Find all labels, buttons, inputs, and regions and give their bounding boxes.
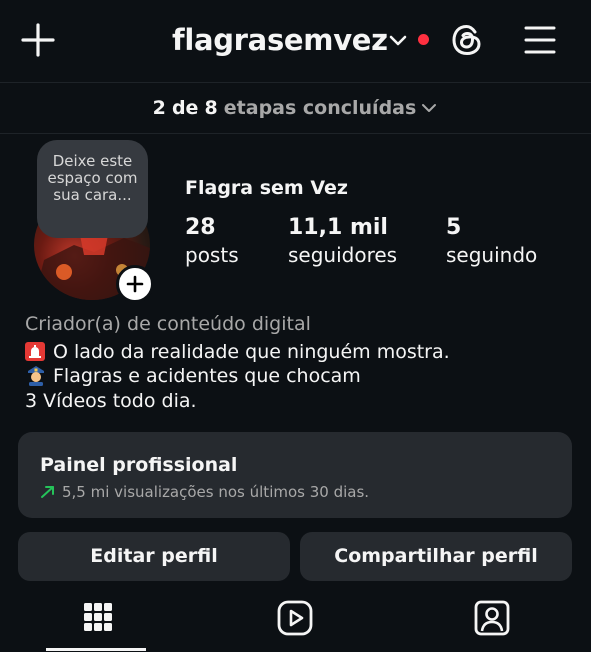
account-switcher-chevron-icon[interactable] xyxy=(385,28,411,52)
bio-line-2: Flagras e acidentes que chocam xyxy=(25,363,361,389)
following-count: 5 xyxy=(446,215,462,240)
dashboard-subtitle: 5,5 mi visualizações nos últimos 30 dias… xyxy=(40,481,369,505)
police-officer-icon xyxy=(25,364,47,386)
steps-done: 2 xyxy=(152,97,166,119)
notification-dot xyxy=(418,34,429,45)
header-divider xyxy=(0,82,591,83)
following-label: seguindo xyxy=(446,243,538,267)
account-username[interactable]: flagrasemvez xyxy=(172,22,388,58)
stat-followers[interactable]: 11,1 mil seguidores xyxy=(288,214,397,268)
bio-line-3: 3 Vídeos todo dia. xyxy=(25,390,197,412)
threads-icon[interactable] xyxy=(449,22,485,58)
top-bar: flagrasemvez xyxy=(0,0,591,82)
steps-total: 8 xyxy=(204,97,218,119)
menu-hamburger-icon[interactable] xyxy=(521,22,559,58)
bio-line-2-text: Flagras e acidentes que chocam xyxy=(53,365,361,387)
posts-label: posts xyxy=(185,243,239,267)
dashboard-subtitle-text: 5,5 mi visualizações nos últimos 30 dias… xyxy=(62,483,370,501)
posts-count: 28 xyxy=(185,215,216,240)
active-tab-indicator xyxy=(46,648,146,651)
create-plus-icon[interactable] xyxy=(18,20,58,60)
trending-up-arrow-icon xyxy=(40,483,56,505)
bio-line-1: O lado da realidade que ninguém mostra. xyxy=(25,339,450,365)
siren-icon xyxy=(25,342,45,361)
onboarding-steps-progress[interactable]: 2 de 8 etapas concluídas xyxy=(0,95,591,122)
edit-profile-button[interactable]: Editar perfil xyxy=(18,532,290,581)
grid-posts-tab-icon[interactable] xyxy=(78,599,118,639)
steps-of: de xyxy=(171,97,199,119)
reels-tab-icon[interactable] xyxy=(275,599,315,639)
profile-display-name: Flagra sem Vez xyxy=(185,177,348,199)
share-profile-button[interactable]: Compartilhar perfil xyxy=(300,532,572,581)
stat-following[interactable]: 5 seguindo xyxy=(446,214,537,268)
steps-label: etapas concluídas xyxy=(223,97,417,119)
bio-line-1-text: O lado da realidade que ninguém mostra. xyxy=(53,341,450,363)
profile-category[interactable]: Criador(a) de conteúdo digital xyxy=(25,311,311,337)
chevron-down-icon xyxy=(420,96,438,122)
add-story-plus-icon[interactable] xyxy=(116,265,154,303)
tagged-tab-icon[interactable] xyxy=(472,599,512,639)
avatar-note-text: Deixe este espaço com sua cara... xyxy=(47,152,138,204)
steps-divider xyxy=(0,133,591,134)
stat-posts[interactable]: 28 posts xyxy=(185,214,239,268)
professional-dashboard-card[interactable]: Painel profissional 5,5 mi visualizações… xyxy=(18,432,572,518)
followers-count: 11,1 mil xyxy=(288,215,388,240)
dashboard-title: Painel profissional xyxy=(40,454,238,476)
followers-label: seguidores xyxy=(288,243,398,267)
avatar-note-bubble[interactable]: Deixe este espaço com sua cara... xyxy=(37,140,148,238)
